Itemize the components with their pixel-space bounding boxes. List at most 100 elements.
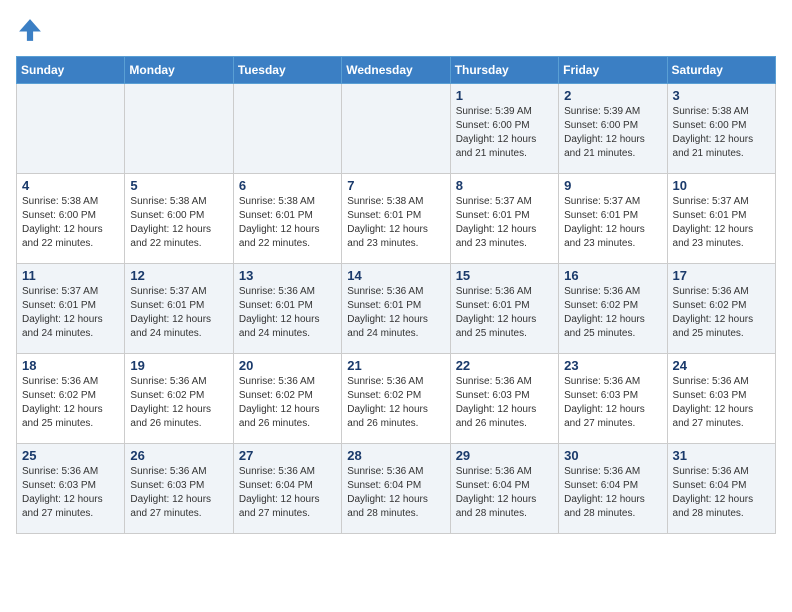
day-info: Sunrise: 5:38 AM Sunset: 6:01 PM Dayligh… bbox=[239, 195, 336, 251]
calendar-cell: 2 Sunrise: 5:39 AM Sunset: 6:00 PM Daylig… bbox=[559, 84, 667, 174]
day-info: Sunrise: 5:36 AM Sunset: 6:02 PM Dayligh… bbox=[347, 375, 444, 431]
day-info: Sunrise: 5:36 AM Sunset: 6:02 PM Dayligh… bbox=[22, 375, 119, 431]
day-number: 22 bbox=[456, 358, 553, 373]
day-number: 1 bbox=[456, 88, 553, 103]
weekday-header-friday: Friday bbox=[559, 57, 667, 84]
day-info: Sunrise: 5:36 AM Sunset: 6:02 PM Dayligh… bbox=[673, 285, 770, 341]
day-info: Sunrise: 5:36 AM Sunset: 6:04 PM Dayligh… bbox=[673, 465, 770, 521]
calendar-cell: 23Sunrise: 5:36 AM Sunset: 6:03 PM Dayli… bbox=[559, 354, 667, 444]
weekday-header-monday: Monday bbox=[125, 57, 233, 84]
day-info: Sunrise: 5:36 AM Sunset: 6:02 PM Dayligh… bbox=[564, 285, 661, 341]
weekday-row: SundayMondayTuesdayWednesdayThursdayFrid… bbox=[17, 57, 776, 84]
day-number: 29 bbox=[456, 448, 553, 463]
calendar-header: SundayMondayTuesdayWednesdayThursdayFrid… bbox=[17, 57, 776, 84]
day-info: Sunrise: 5:37 AM Sunset: 6:01 PM Dayligh… bbox=[130, 285, 227, 341]
calendar-cell: 14 Sunrise: 5:36 AM Sunset: 6:01 PM Dayli… bbox=[342, 264, 450, 354]
weekday-header-thursday: Thursday bbox=[450, 57, 558, 84]
calendar-cell: 27Sunrise: 5:36 AM Sunset: 6:04 PM Dayli… bbox=[233, 444, 341, 534]
day-number: 19 bbox=[130, 358, 227, 373]
calendar-cell: 28Sunrise: 5:36 AM Sunset: 6:04 PM Dayli… bbox=[342, 444, 450, 534]
day-number: 17 bbox=[673, 268, 770, 283]
calendar-cell bbox=[342, 84, 450, 174]
day-info: Sunrise: 5:36 AM Sunset: 6:01 PM Dayligh… bbox=[347, 285, 444, 341]
calendar-cell: 16 Sunrise: 5:36 AM Sunset: 6:02 PM Dayli… bbox=[559, 264, 667, 354]
day-info: Sunrise: 5:38 AM Sunset: 6:00 PM Dayligh… bbox=[673, 105, 770, 161]
day-info: Sunrise: 5:36 AM Sunset: 6:04 PM Dayligh… bbox=[347, 465, 444, 521]
calendar-cell: 31Sunrise: 5:36 AM Sunset: 6:04 PM Dayli… bbox=[667, 444, 775, 534]
day-info: Sunrise: 5:36 AM Sunset: 6:04 PM Dayligh… bbox=[239, 465, 336, 521]
day-number: 7 bbox=[347, 178, 444, 193]
day-number: 20 bbox=[239, 358, 336, 373]
calendar-cell: 1 Sunrise: 5:39 AM Sunset: 6:00 PM Daylig… bbox=[450, 84, 558, 174]
calendar-cell: 21 Sunrise: 5:36 AM Sunset: 6:02 PM Dayli… bbox=[342, 354, 450, 444]
calendar-cell: 6 Sunrise: 5:38 AM Sunset: 6:01 PM Daylig… bbox=[233, 174, 341, 264]
calendar-cell: 5Sunrise: 5:38 AM Sunset: 6:00 PM Daylig… bbox=[125, 174, 233, 264]
day-number: 6 bbox=[239, 178, 336, 193]
calendar-cell: 25 Sunrise: 5:36 AM Sunset: 6:03 PM Dayli… bbox=[17, 444, 125, 534]
day-number: 26 bbox=[130, 448, 227, 463]
day-number: 21 bbox=[347, 358, 444, 373]
calendar-cell: 22 Sunrise: 5:36 AM Sunset: 6:03 PM Dayli… bbox=[450, 354, 558, 444]
calendar-cell: 9Sunrise: 5:37 AM Sunset: 6:01 PM Daylig… bbox=[559, 174, 667, 264]
calendar-body: 1 Sunrise: 5:39 AM Sunset: 6:00 PM Daylig… bbox=[17, 84, 776, 534]
calendar-cell: 20 Sunrise: 5:36 AM Sunset: 6:02 PM Dayli… bbox=[233, 354, 341, 444]
day-number: 9 bbox=[564, 178, 661, 193]
calendar-cell: 18Sunrise: 5:36 AM Sunset: 6:02 PM Dayli… bbox=[17, 354, 125, 444]
weekday-header-sunday: Sunday bbox=[17, 57, 125, 84]
calendar-cell bbox=[17, 84, 125, 174]
day-info: Sunrise: 5:38 AM Sunset: 6:00 PM Dayligh… bbox=[22, 195, 119, 251]
weekday-header-tuesday: Tuesday bbox=[233, 57, 341, 84]
day-info: Sunrise: 5:37 AM Sunset: 6:01 PM Dayligh… bbox=[673, 195, 770, 251]
day-info: Sunrise: 5:36 AM Sunset: 6:03 PM Dayligh… bbox=[22, 465, 119, 521]
day-number: 13 bbox=[239, 268, 336, 283]
logo bbox=[16, 16, 48, 44]
weekday-header-saturday: Saturday bbox=[667, 57, 775, 84]
day-info: Sunrise: 5:39 AM Sunset: 6:00 PM Dayligh… bbox=[456, 105, 553, 161]
header bbox=[16, 16, 776, 44]
calendar-cell: 15 Sunrise: 5:36 AM Sunset: 6:01 PM Dayli… bbox=[450, 264, 558, 354]
day-info: Sunrise: 5:39 AM Sunset: 6:00 PM Dayligh… bbox=[564, 105, 661, 161]
day-info: Sunrise: 5:36 AM Sunset: 6:02 PM Dayligh… bbox=[130, 375, 227, 431]
calendar-cell: 29 Sunrise: 5:36 AM Sunset: 6:04 PM Dayli… bbox=[450, 444, 558, 534]
day-number: 16 bbox=[564, 268, 661, 283]
day-info: Sunrise: 5:36 AM Sunset: 6:03 PM Dayligh… bbox=[564, 375, 661, 431]
day-info: Sunrise: 5:38 AM Sunset: 6:01 PM Dayligh… bbox=[347, 195, 444, 251]
day-number: 14 bbox=[347, 268, 444, 283]
calendar-cell: 3 Sunrise: 5:38 AM Sunset: 6:00 PM Daylig… bbox=[667, 84, 775, 174]
logo-icon bbox=[16, 16, 44, 44]
day-info: Sunrise: 5:37 AM Sunset: 6:01 PM Dayligh… bbox=[22, 285, 119, 341]
day-info: Sunrise: 5:37 AM Sunset: 6:01 PM Dayligh… bbox=[456, 195, 553, 251]
calendar-cell: 19 Sunrise: 5:36 AM Sunset: 6:02 PM Dayli… bbox=[125, 354, 233, 444]
calendar-cell: 13Sunrise: 5:36 AM Sunset: 6:01 PM Dayli… bbox=[233, 264, 341, 354]
calendar-week-4: 18Sunrise: 5:36 AM Sunset: 6:02 PM Dayli… bbox=[17, 354, 776, 444]
day-info: Sunrise: 5:36 AM Sunset: 6:02 PM Dayligh… bbox=[239, 375, 336, 431]
calendar-cell: 12 Sunrise: 5:37 AM Sunset: 6:01 PM Dayli… bbox=[125, 264, 233, 354]
day-number: 30 bbox=[564, 448, 661, 463]
calendar-week-5: 25 Sunrise: 5:36 AM Sunset: 6:03 PM Dayli… bbox=[17, 444, 776, 534]
day-number: 3 bbox=[673, 88, 770, 103]
day-info: Sunrise: 5:36 AM Sunset: 6:03 PM Dayligh… bbox=[456, 375, 553, 431]
calendar-week-3: 11 Sunrise: 5:37 AM Sunset: 6:01 PM Dayli… bbox=[17, 264, 776, 354]
day-number: 25 bbox=[22, 448, 119, 463]
day-number: 11 bbox=[22, 268, 119, 283]
calendar-cell: 26Sunrise: 5:36 AM Sunset: 6:03 PM Dayli… bbox=[125, 444, 233, 534]
calendar-week-1: 1 Sunrise: 5:39 AM Sunset: 6:00 PM Daylig… bbox=[17, 84, 776, 174]
day-number: 24 bbox=[673, 358, 770, 373]
day-number: 4 bbox=[22, 178, 119, 193]
day-number: 5 bbox=[130, 178, 227, 193]
day-info: Sunrise: 5:36 AM Sunset: 6:01 PM Dayligh… bbox=[456, 285, 553, 341]
calendar-cell: 10 Sunrise: 5:37 AM Sunset: 6:01 PM Dayli… bbox=[667, 174, 775, 264]
calendar-week-2: 4 Sunrise: 5:38 AM Sunset: 6:00 PM Daylig… bbox=[17, 174, 776, 264]
day-number: 12 bbox=[130, 268, 227, 283]
calendar-cell bbox=[233, 84, 341, 174]
calendar-cell: 4 Sunrise: 5:38 AM Sunset: 6:00 PM Daylig… bbox=[17, 174, 125, 264]
day-number: 10 bbox=[673, 178, 770, 193]
day-number: 15 bbox=[456, 268, 553, 283]
calendar-cell: 8Sunrise: 5:37 AM Sunset: 6:01 PM Daylig… bbox=[450, 174, 558, 264]
day-info: Sunrise: 5:36 AM Sunset: 6:04 PM Dayligh… bbox=[456, 465, 553, 521]
day-number: 2 bbox=[564, 88, 661, 103]
calendar-table: SundayMondayTuesdayWednesdayThursdayFrid… bbox=[16, 56, 776, 534]
calendar-cell: 24Sunrise: 5:36 AM Sunset: 6:03 PM Dayli… bbox=[667, 354, 775, 444]
weekday-header-wednesday: Wednesday bbox=[342, 57, 450, 84]
calendar-cell: 17 Sunrise: 5:36 AM Sunset: 6:02 PM Dayli… bbox=[667, 264, 775, 354]
